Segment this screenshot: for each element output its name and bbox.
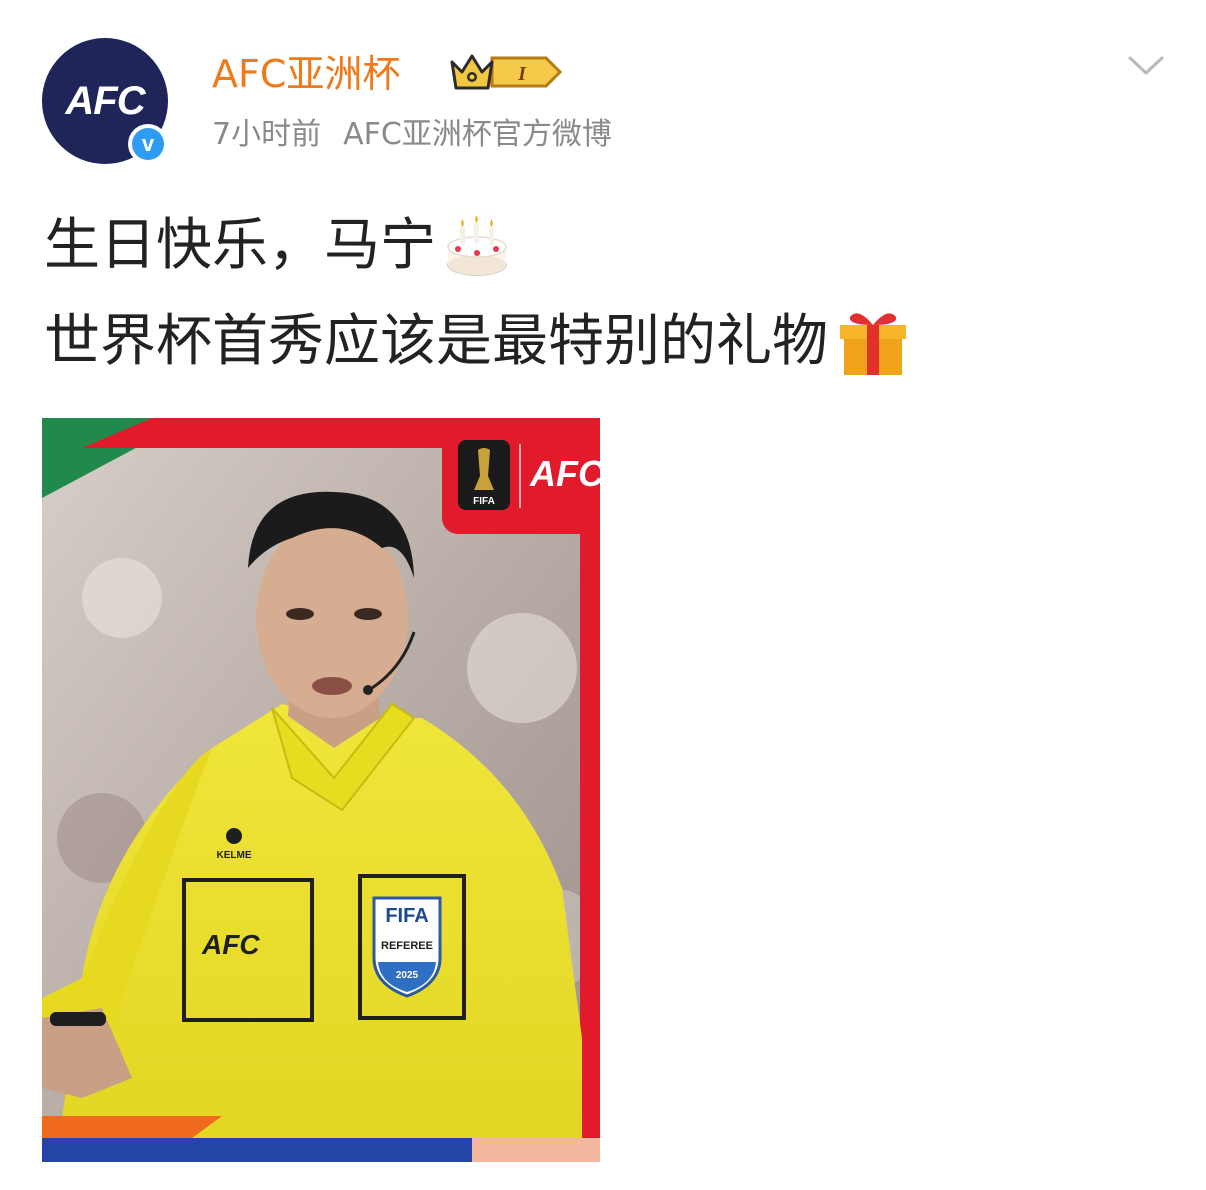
badge-referee-text: REFEREE [381,940,433,952]
post-text: 生日快乐，马宁 世界杯首秀应该是最特别的礼物 [44,198,910,390]
post-source[interactable]: AFC亚洲杯官方微博 [343,117,612,152]
author-name[interactable]: AFC亚洲杯 [212,50,400,98]
fifa-referee-badge: FIFA REFEREE 2025 [372,896,442,998]
post-line-1: 生日快乐，马宁 [44,213,436,278]
post-text-line: 世界杯首秀应该是最特别的礼物 [44,294,910,390]
post-image[interactable]: FIFA AFC AFC KELME FIFA REFEREE 2025 [42,418,600,1162]
world-cup-trophy-icon: FIFA [458,440,510,510]
post-time: 7小时前 [212,117,322,152]
badge-level-text: I [517,63,527,85]
chest-afc-logo: AFC [201,929,260,960]
avatar-logo-text: AFC [65,78,145,123]
trophy-fifa-text: FIFA [473,496,495,507]
chevron-down-icon[interactable] [1126,52,1166,80]
crown-level-badge-icon[interactable]: I [450,50,566,94]
post-text-line: 生日快乐，马宁 [44,198,910,294]
badge-year-text: 2025 [396,970,419,981]
corner-afc-logo: AFC [529,453,600,494]
birthday-cake-icon [447,215,507,276]
verified-icon: v [128,124,168,164]
verified-mark: v [132,128,164,160]
post-line-2: 世界杯首秀应该是最特别的礼物 [44,309,828,374]
post-meta: 7小时前 AFC亚洲杯官方微博 [212,115,612,155]
shirt-brand-text: KELME [217,850,252,861]
badge-fifa-text: FIFA [385,905,428,927]
gift-box-icon [840,313,906,375]
